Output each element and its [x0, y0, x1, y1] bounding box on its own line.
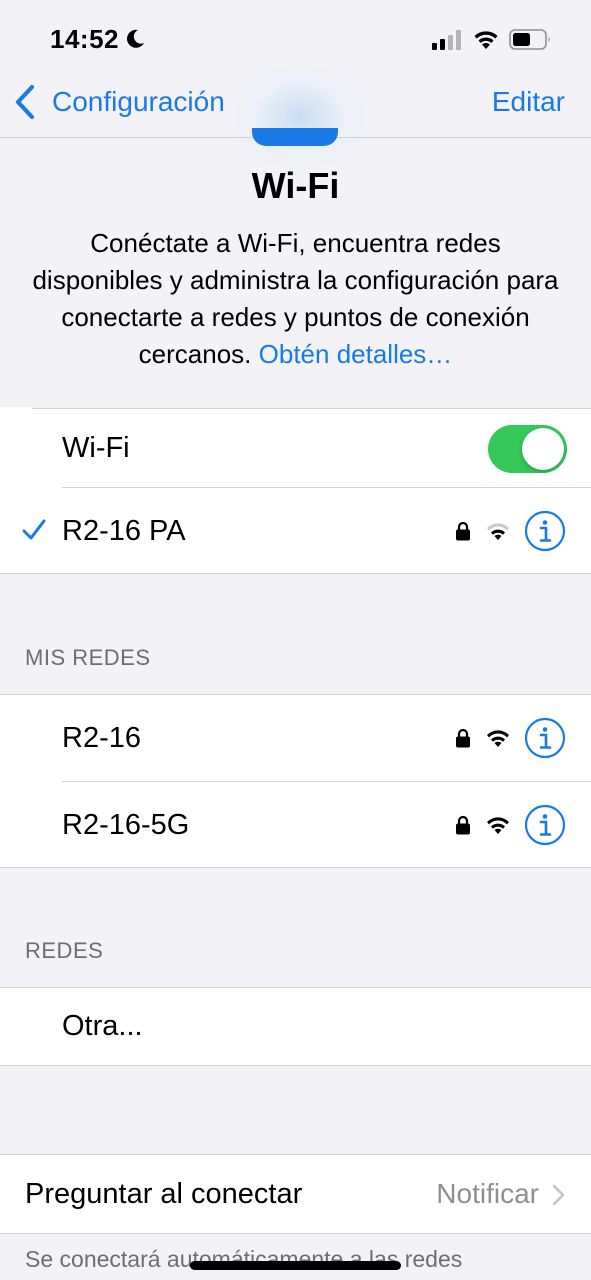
chevron-right-icon	[552, 1184, 565, 1206]
network-name: R2-16	[62, 722, 141, 754]
wifi-toggle-label: Wi-Fi	[62, 432, 130, 464]
moon-icon	[127, 29, 144, 48]
chevron-left-icon	[15, 84, 35, 120]
my-networks-header: MIS REDES	[25, 645, 151, 670]
back-button[interactable]: Configuración	[12, 82, 225, 122]
ask-to-join-value: Notificar	[436, 1178, 539, 1209]
other-network-label: Otra...	[62, 1010, 143, 1042]
lock-icon	[456, 815, 470, 835]
wifi-toggle-row: Wi-Fi	[0, 409, 591, 488]
info-icon[interactable]	[524, 510, 566, 552]
ask-to-join-group: Preguntar al conectar Notificar	[0, 1154, 591, 1234]
battery-icon	[509, 29, 550, 50]
status-time: 14:52	[50, 24, 119, 54]
networks-header: REDES	[25, 938, 104, 963]
ask-to-join-row[interactable]: Preguntar al conectar Notificar	[0, 1155, 591, 1233]
wifi-status-icon	[474, 31, 498, 49]
wifi-signal-icon	[487, 730, 509, 747]
networks-group: Otra...	[0, 987, 591, 1066]
page-description: Conéctate a Wi-Fi, encuentra redes dispo…	[28, 225, 563, 373]
info-icon[interactable]	[524, 804, 566, 846]
my-networks-group: R2-16 R2-16-5G	[0, 694, 591, 868]
wifi-toggle-switch[interactable]	[488, 425, 567, 473]
lock-icon	[456, 521, 470, 541]
home-indicator[interactable]	[190, 1261, 401, 1270]
app-icon-glow	[230, 62, 370, 172]
wifi-app-icon	[252, 128, 338, 146]
network-name: R2-16-5G	[62, 809, 190, 841]
wifi-signal-icon	[487, 523, 509, 540]
page-title: Wi-Fi	[251, 165, 340, 206]
ask-to-join-label: Preguntar al conectar	[25, 1178, 303, 1210]
navigation-bar: Configuración Editar	[0, 62, 591, 172]
list-item[interactable]: R2-16	[0, 695, 591, 782]
other-network-row[interactable]: Otra...	[0, 988, 591, 1065]
info-icon[interactable]	[524, 717, 566, 759]
cellular-signal-icon	[432, 30, 461, 50]
toggle-knob	[522, 428, 564, 470]
checkmark-icon	[22, 519, 46, 540]
connected-network-row[interactable]: R2-16 PA	[0, 488, 591, 574]
wifi-settings-screen: 14:52 Configuración Editar Wi-Fi Conécta…	[0, 0, 591, 1280]
lock-icon	[456, 728, 470, 748]
wifi-signal-icon	[487, 817, 509, 834]
group-top-inset	[0, 407, 32, 409]
back-button-label: Configuración	[52, 86, 225, 117]
edit-button[interactable]: Editar	[492, 86, 565, 118]
connected-network-name: R2-16 PA	[62, 515, 186, 547]
list-item[interactable]: R2-16-5G	[0, 782, 591, 869]
wifi-group: Wi-Fi R2-16 PA	[0, 408, 591, 574]
learn-more-link[interactable]: Obtén detalles…	[259, 339, 453, 369]
